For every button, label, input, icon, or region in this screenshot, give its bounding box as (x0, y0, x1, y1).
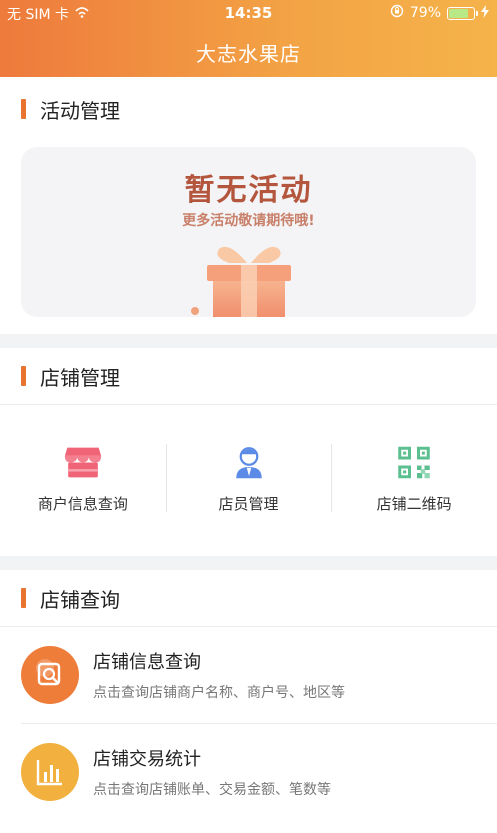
status-bar: 无 SIM 卡 14:35 79% (0, 0, 497, 26)
battery-icon (447, 6, 478, 20)
row-title: 店铺信息查询 (93, 652, 201, 673)
battery-percent: 79% (409, 5, 441, 21)
empty-subtitle: 更多活动敬请期待哦! (182, 213, 315, 229)
charging-icon (481, 4, 489, 22)
store-qrcode-button[interactable]: 店铺二维码 (331, 444, 497, 514)
gift-box-icon (191, 246, 291, 317)
section-accent-bar (21, 366, 26, 386)
search-info-icon (21, 646, 79, 704)
store-trade-stats-row[interactable]: 店铺交易统计 点击查询店铺账单、交易金额、笔数等 (0, 724, 497, 820)
grid-label: 店员管理 (218, 495, 279, 513)
staff-manage-button[interactable]: 店员管理 (165, 444, 332, 514)
store-manage-section: 店铺管理 商户信息查询 店员管理 店铺二维码 (0, 348, 497, 556)
empty-title: 暂无活动 (184, 173, 313, 208)
merchant-info-button[interactable]: 商户信息查询 (0, 446, 166, 514)
section-accent-bar (21, 588, 26, 608)
app-header: 无 SIM 卡 14:35 79% 大志水果店 (0, 0, 497, 77)
section-title: 店铺管理 (40, 365, 120, 390)
staff-icon (235, 447, 262, 479)
store-manage-grid: 商户信息查询 店员管理 店铺二维码 (0, 405, 497, 555)
activity-empty-banner[interactable]: 暂无活动 更多活动敬请期待哦! (21, 147, 476, 317)
page-title: 大志水果店 (196, 42, 301, 66)
section-title: 活动管理 (40, 98, 120, 123)
section-accent-bar (21, 99, 26, 119)
activity-section: 活动管理 暂无活动 更多活动敬请期待哦! (0, 77, 497, 334)
row-title: 店铺交易统计 (93, 749, 201, 770)
grid-label: 商户信息查询 (37, 495, 128, 513)
row-desc: 点击查询店铺商户名称、商户号、地区等 (93, 685, 345, 701)
section-title: 店铺查询 (40, 587, 120, 612)
orientation-lock-icon (390, 4, 404, 22)
qrcode-icon (398, 446, 430, 479)
bar-chart-icon (21, 743, 79, 801)
grid-label: 店铺二维码 (376, 495, 452, 513)
row-desc: 点击查询店铺账单、交易金额、笔数等 (93, 782, 331, 798)
store-info-query-row[interactable]: 店铺信息查询 点击查询店铺商户名称、商户号、地区等 (0, 627, 497, 723)
shop-icon (64, 447, 101, 478)
store-query-section: 店铺查询 店铺信息查询 点击查询店铺商户名称、商户号、地区等 店铺交易统计 点击… (0, 570, 497, 833)
